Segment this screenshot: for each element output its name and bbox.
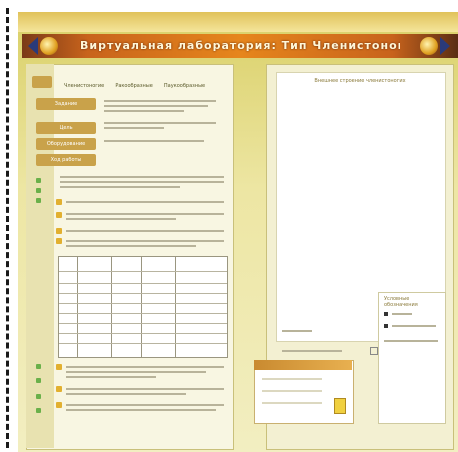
step-marker-icon (36, 378, 41, 383)
legend-marker-icon (384, 312, 388, 316)
results-table (58, 256, 228, 358)
text-line (66, 230, 224, 232)
top-nav: Членистоногие Ракообразные Паукообразные (64, 72, 224, 89)
tab-procedure[interactable]: Ход работы (36, 154, 96, 166)
bullet-icon (56, 402, 62, 408)
bullet-icon (56, 228, 62, 234)
text-line (104, 122, 216, 124)
step-marker-icon (36, 408, 41, 413)
text-line (384, 340, 438, 342)
text-line (282, 330, 312, 332)
text-line (104, 105, 208, 107)
text-line (104, 100, 216, 102)
top-band (18, 12, 458, 32)
text-line (66, 393, 186, 395)
text-line (66, 371, 206, 373)
tab-task[interactable]: Задание (36, 98, 96, 110)
pencil-icon[interactable] (334, 398, 346, 414)
text-line (66, 201, 224, 203)
grid-line (262, 402, 322, 404)
bullet-icon (56, 386, 62, 392)
banner-title: Виртуальная лаборатория: Тип Членистоног… (80, 39, 400, 52)
bullet-icon (56, 238, 62, 244)
text-line (104, 127, 164, 129)
text-line (60, 186, 180, 188)
grid-line (262, 390, 322, 392)
step-marker-icon (36, 364, 41, 369)
text-line (60, 181, 224, 183)
step-marker-icon (36, 198, 41, 203)
text-line (282, 350, 342, 352)
text-line (60, 176, 224, 178)
nav-item-1[interactable]: Членистоногие (64, 83, 104, 89)
text-line (392, 325, 436, 327)
step-marker-icon (36, 394, 41, 399)
text-line (66, 245, 196, 247)
text-line (66, 376, 156, 378)
dropdown-chevron-icon[interactable] (370, 347, 378, 355)
floating-window-titlebar[interactable] (254, 360, 352, 370)
text-line (66, 240, 224, 242)
text-line (66, 409, 216, 411)
text-line (66, 366, 224, 368)
dashed-guide-line (6, 8, 13, 448)
tab-goal[interactable]: Цель (36, 122, 96, 134)
forward-arrow-icon[interactable] (440, 37, 450, 55)
step-marker-icon (36, 188, 41, 193)
text-line (392, 313, 412, 315)
text-line (66, 388, 224, 390)
left-orb-icon (40, 37, 58, 55)
text-line (104, 110, 184, 112)
tab-equipment[interactable]: Оборудование (36, 138, 96, 150)
legend-box (378, 292, 446, 424)
right-orb-icon (420, 37, 438, 55)
grid-line (262, 378, 322, 380)
nav-item-3[interactable]: Паукообразные (164, 83, 205, 89)
legend-title: Условные обозначения (384, 296, 418, 308)
nav-item-2[interactable]: Ракообразные (115, 83, 153, 89)
back-arrow-icon[interactable] (28, 37, 38, 55)
step-marker-icon (36, 178, 41, 183)
text-line (66, 213, 224, 215)
bullet-icon (56, 364, 62, 370)
panel-tab-marker[interactable] (32, 76, 52, 88)
bullet-icon (56, 199, 62, 205)
legend-marker-icon (384, 324, 388, 328)
text-line (66, 218, 176, 220)
bullet-icon (56, 212, 62, 218)
text-line (104, 140, 204, 142)
right-heading: Внешнее строение членистоногих (314, 78, 406, 84)
text-line (66, 404, 224, 406)
